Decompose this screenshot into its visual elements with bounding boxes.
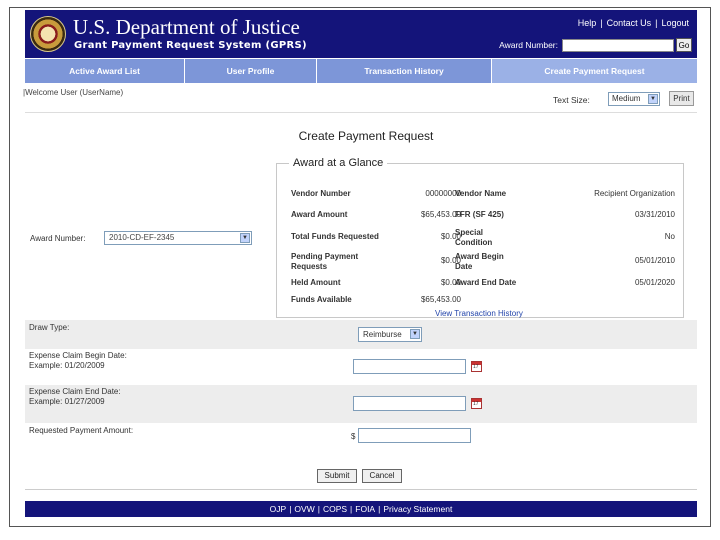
amount-input[interactable]: [358, 428, 471, 443]
footer-link-ojp[interactable]: OJP: [270, 504, 287, 514]
separator: |: [378, 504, 381, 514]
tab-create-payment-request[interactable]: Create Payment Request: [492, 59, 697, 83]
go-button[interactable]: Go: [676, 38, 692, 52]
welcome-text: |Welcome User (UserName): [23, 88, 124, 97]
award-amount-label: Award Amount: [291, 210, 348, 219]
text-size-value: Medium: [612, 94, 641, 103]
view-transaction-history-link[interactable]: View Transaction History: [435, 309, 523, 318]
chevron-down-icon: ▼: [648, 94, 658, 104]
calendar-icon[interactable]: [471, 361, 482, 372]
doj-seal-logo: [30, 16, 66, 52]
chevron-down-icon: ▼: [240, 233, 250, 243]
vendor-number-label: Vendor Number: [291, 189, 351, 198]
amount-label: Requested Payment Amount:: [29, 426, 134, 435]
total-funds-requested-label: Total Funds Requested: [291, 232, 379, 241]
footer-link-cops[interactable]: COPS: [323, 504, 347, 514]
footer-link-foia[interactable]: FOIA: [355, 504, 375, 514]
begin-date-label-group: Expense Claim Begin Date: Example: 01/20…: [29, 351, 127, 371]
separator: |: [350, 504, 353, 514]
draw-type-select[interactable]: Reimburse ▼: [358, 327, 422, 342]
print-button[interactable]: Print: [669, 91, 694, 106]
pending-payment-requests-label: Pending Payment Requests: [291, 252, 359, 271]
site-footer: OJP | OVW | COPS | FOIA | Privacy Statement: [25, 501, 697, 517]
award-end-date-label: Award End Date: [455, 278, 517, 287]
tab-active-award-list[interactable]: Active Award List: [25, 59, 185, 83]
award-begin-date-label: Award Begin Date: [455, 252, 504, 271]
top-links: Help | Contact Us | Logout: [578, 18, 689, 28]
award-search-input[interactable]: [562, 38, 674, 52]
end-date-row: Expense Claim End Date: Example: 01/27/2…: [25, 385, 697, 423]
award-at-a-glance-panel: Award at a Glance Vendor Number 00000000…: [276, 157, 684, 318]
separator: |: [289, 504, 292, 514]
special-condition-label: Special Condition: [455, 228, 493, 247]
draw-type-row: Draw Type: Reimburse ▼: [25, 320, 697, 349]
held-amount-label: Held Amount: [291, 278, 341, 287]
submit-button[interactable]: Submit: [317, 469, 357, 483]
chevron-down-icon: ▼: [410, 329, 420, 339]
tab-transaction-history[interactable]: Transaction History: [317, 59, 492, 83]
help-link[interactable]: Help: [578, 18, 597, 28]
tab-user-profile[interactable]: User Profile: [185, 59, 317, 83]
vendor-name-value: Recipient Organization: [594, 189, 675, 198]
begin-date-input[interactable]: [353, 359, 466, 374]
special-condition-value: No: [664, 232, 675, 241]
ffr-value: 03/31/2010: [634, 210, 675, 219]
award-number-label: Award Number:: [30, 234, 86, 243]
separator: |: [600, 18, 603, 28]
department-title: U.S. Department of Justice: [73, 15, 300, 39]
vendor-name-label: Vendor Name: [455, 189, 507, 198]
end-date-input[interactable]: [353, 396, 466, 411]
award-search: Award Number: Go: [499, 38, 692, 52]
pending-payment-requests-value: $0.00: [440, 256, 461, 265]
begin-date-example: Example: 01/20/2009: [29, 361, 105, 370]
held-amount-value: $0.00: [440, 278, 461, 287]
main-nav: Active Award List User Profile Transacti…: [25, 59, 697, 83]
divider: [25, 489, 697, 490]
ffr-label: FFR (SF 425): [455, 210, 504, 219]
contact-us-link[interactable]: Contact Us: [607, 18, 652, 28]
award-number-value: 2010-CD-EF-2345: [109, 233, 175, 242]
logout-link[interactable]: Logout: [661, 18, 689, 28]
award-number-select[interactable]: 2010-CD-EF-2345 ▼: [104, 231, 252, 245]
award-search-label: Award Number:: [499, 40, 558, 50]
draw-type-label: Draw Type:: [29, 323, 70, 332]
end-date-label-group: Expense Claim End Date: Example: 01/27/2…: [29, 387, 121, 407]
vendor-number-value: 00000000: [425, 189, 461, 198]
page-title: Create Payment Request: [298, 129, 434, 143]
end-date-example: Example: 01/27/2009: [29, 397, 105, 406]
footer-link-ovw[interactable]: OVW: [294, 504, 314, 514]
glance-title: Award at a Glance: [289, 157, 388, 169]
site-header: U.S. Department of Justice Grant Payment…: [25, 10, 697, 58]
calendar-icon[interactable]: [471, 398, 482, 409]
text-size-label: Text Size:: [553, 95, 590, 105]
total-funds-requested-value: $0.00: [440, 232, 461, 241]
system-title: Grant Payment Request System (GPRS): [74, 40, 307, 51]
award-begin-date-value: 05/01/2010: [634, 256, 675, 265]
text-size-select[interactable]: Medium ▼: [608, 92, 660, 106]
page-frame: U.S. Department of Justice Grant Payment…: [9, 7, 711, 527]
separator: |: [317, 504, 320, 514]
currency-symbol: $: [351, 432, 356, 441]
end-date-label: Expense Claim End Date:: [29, 387, 121, 396]
award-amount-value: $65,453.00: [420, 210, 461, 219]
funds-available-label: Funds Available: [291, 295, 352, 304]
divider: [25, 112, 697, 113]
award-end-date-value: 05/01/2020: [634, 278, 675, 287]
separator: |: [655, 18, 658, 28]
cancel-button[interactable]: Cancel: [362, 469, 402, 483]
draw-type-value: Reimburse: [363, 330, 402, 339]
begin-date-row: Expense Claim Begin Date: Example: 01/20…: [25, 349, 697, 385]
amount-row: Requested Payment Amount: $: [25, 423, 697, 453]
footer-link-privacy[interactable]: Privacy Statement: [383, 504, 452, 514]
begin-date-label: Expense Claim Begin Date:: [29, 351, 127, 360]
funds-available-value: $65,453.00: [420, 295, 461, 304]
